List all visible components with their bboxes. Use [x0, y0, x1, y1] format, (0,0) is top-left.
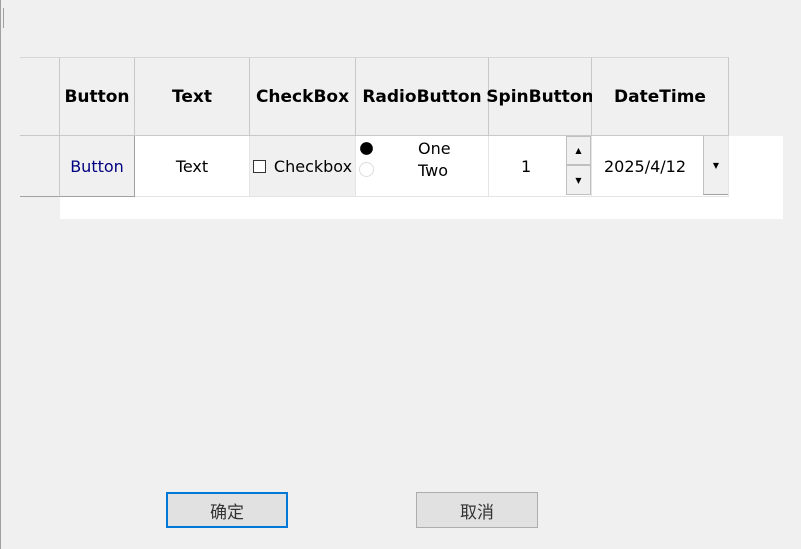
- datetime-dropdown-button[interactable]: ▼: [703, 136, 728, 195]
- spin-up-button[interactable]: ▲: [566, 136, 591, 165]
- datetime-value[interactable]: 2025/4/12: [604, 157, 686, 176]
- radio-unselected-icon[interactable]: [359, 162, 374, 177]
- spin-cell: 1 ▲ ▼: [489, 136, 592, 197]
- data-grid: Button Text CheckBox RadioButton SpinBut…: [20, 57, 783, 219]
- window-left-border: [0, 0, 1, 549]
- column-header-radiobutton[interactable]: RadioButton: [356, 57, 489, 136]
- chevron-down-icon: ▼: [712, 160, 720, 170]
- ok-button[interactable]: 确定: [166, 492, 288, 528]
- cancel-button[interactable]: 取消: [416, 492, 538, 528]
- text-cell[interactable]: Text: [135, 136, 250, 197]
- radio-label-two: Two: [418, 161, 448, 180]
- spin-value[interactable]: 1: [521, 157, 531, 176]
- row-header-cell[interactable]: [20, 136, 60, 197]
- column-header-spinbutton[interactable]: SpinButton: [486, 57, 594, 136]
- column-header-button[interactable]: Button: [60, 57, 135, 136]
- grid-button[interactable]: Button: [60, 136, 135, 197]
- column-header-text[interactable]: Text: [135, 57, 250, 136]
- radio-option-two[interactable]: [359, 162, 374, 177]
- radio-label-one: One: [418, 139, 451, 158]
- datetime-cell: 2025/4/12 ▼: [592, 136, 729, 197]
- column-header-datetime[interactable]: DateTime: [592, 57, 729, 136]
- corner-header-cell: [20, 57, 60, 136]
- checkbox-cell[interactable]: Checkbox: [250, 136, 356, 197]
- window-corner-mark: [0, 8, 4, 28]
- spin-down-button[interactable]: ▼: [566, 165, 591, 195]
- triangle-down-icon: ▼: [575, 175, 582, 185]
- radio-cell: One Two: [356, 136, 489, 197]
- checkbox-square[interactable]: [252, 159, 266, 173]
- column-header-checkbox[interactable]: CheckBox: [250, 57, 356, 136]
- triangle-up-icon: ▲: [575, 146, 582, 155]
- radio-option-one[interactable]: [359, 141, 374, 156]
- checkbox-label: Checkbox: [273, 156, 353, 176]
- radio-selected-icon[interactable]: [360, 142, 373, 155]
